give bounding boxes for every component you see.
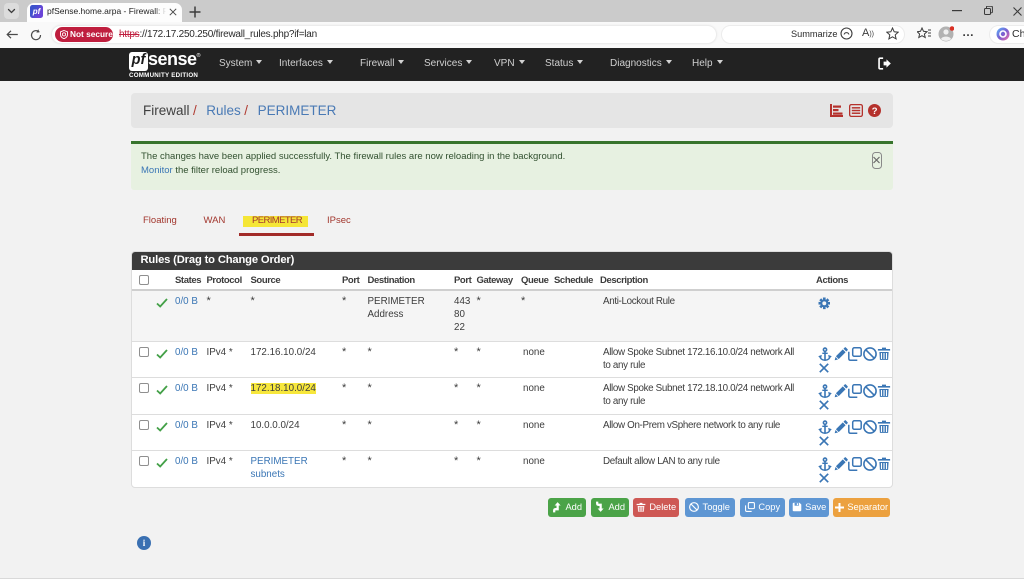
svg-text:?: ? xyxy=(871,106,877,117)
